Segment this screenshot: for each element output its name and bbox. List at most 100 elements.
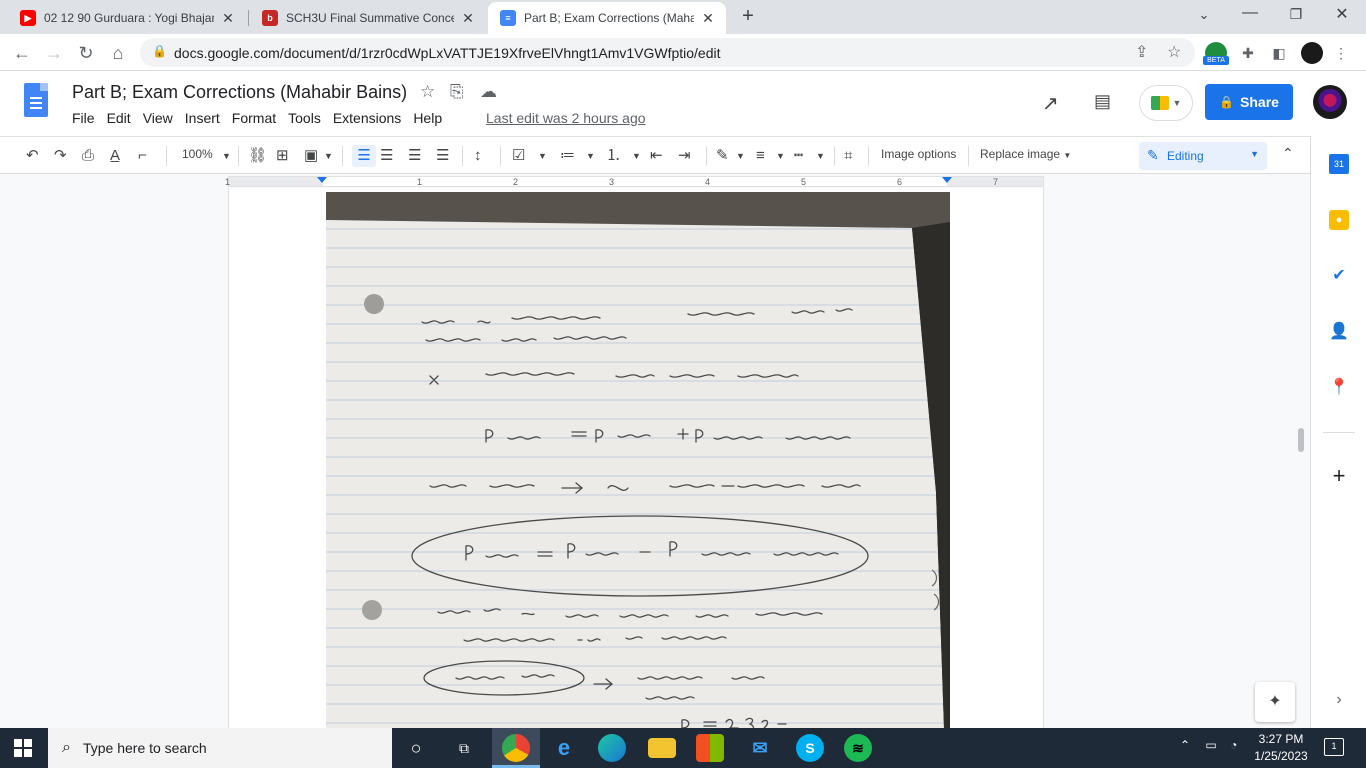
move-folder-icon[interactable]: ⎘ <box>450 82 464 102</box>
tab-docs[interactable]: ≡ Part B; Exam Corrections (Mahabir ✕ <box>488 2 726 34</box>
wifi-icon[interactable]: ◔ <box>1230 738 1237 752</box>
share-button[interactable]: 🔒 Share <box>1205 84 1293 120</box>
meet-now-icon[interactable]: ▭ <box>1205 738 1216 752</box>
border-dash-icon[interactable]: ┅ <box>794 145 803 167</box>
chevron-down-icon[interactable]: ▼ <box>324 145 333 167</box>
browser-menu-icon[interactable]: ⋮ <box>1330 42 1352 64</box>
document-title[interactable]: Part B; Exam Corrections (Mahabir Bains) <box>72 82 407 103</box>
back-icon[interactable]: ← <box>10 41 34 65</box>
checklist-icon[interactable]: ☑ <box>512 145 525 167</box>
star-icon[interactable]: ☆ <box>420 82 435 102</box>
ruler-bar[interactable]: 1 1 2 3 4 5 6 7 <box>225 176 1044 187</box>
align-left-icon[interactable]: ☰ <box>352 145 376 167</box>
line-spacing-icon[interactable]: ↕ <box>474 145 482 167</box>
border-color-icon[interactable]: ✎ <box>716 145 729 167</box>
chevron-down-icon[interactable]: ▼ <box>222 145 231 167</box>
keep-icon[interactable]: ● <box>1329 210 1349 230</box>
file-explorer-icon[interactable] <box>648 738 676 758</box>
collapse-chevron-up-icon[interactable]: ⌃ <box>1282 145 1294 162</box>
increase-indent-icon[interactable]: ⇥ <box>678 145 691 167</box>
chevron-up-icon[interactable]: ⌃ <box>1180 738 1190 752</box>
crop-image-icon[interactable]: ⌗ <box>844 145 852 167</box>
last-edit-link[interactable]: Last edit was 2 hours ago <box>486 110 646 126</box>
forward-icon[interactable]: → <box>42 41 66 65</box>
redo-icon[interactable]: ↷ <box>54 145 67 167</box>
align-right-icon[interactable]: ☰ <box>408 145 421 167</box>
left-indent-marker[interactable] <box>317 177 327 183</box>
chevron-down-icon[interactable]: ▼ <box>736 145 745 167</box>
bulleted-list-icon[interactable]: ≔ <box>560 145 575 167</box>
windows-start-icon[interactable] <box>14 739 32 757</box>
tab-youtube[interactable]: ▶ 02 12 90 Gurduara : Yogi Bhajan ✕ <box>8 2 246 34</box>
task-view-icon[interactable]: ⧉ <box>450 734 478 762</box>
add-comment-icon[interactable]: ⊞ <box>276 145 289 167</box>
editing-mode-select[interactable]: ✎ Editing ▼ <box>1139 142 1267 170</box>
border-weight-icon[interactable]: ≡ <box>756 145 765 167</box>
notebook-photo[interactable] <box>326 192 950 728</box>
cortana-icon[interactable]: ○ <box>402 734 430 762</box>
align-justify-icon[interactable]: ☰ <box>436 145 449 167</box>
contacts-icon[interactable]: 👤 <box>1329 322 1349 342</box>
zoom-select[interactable]: 100% <box>182 147 213 161</box>
side-panel-icon[interactable]: ◧ <box>1268 42 1290 64</box>
microsoft-store-icon[interactable] <box>696 734 724 762</box>
home-icon[interactable]: ⌂ <box>106 41 130 65</box>
undo-icon[interactable]: ↶ <box>26 145 39 167</box>
mail-icon[interactable]: ✉ <box>746 734 774 762</box>
url-text[interactable]: docs.google.com/document/d/1rzr0cdWpLxVA… <box>174 45 721 61</box>
add-addon-icon[interactable]: + <box>1329 465 1349 487</box>
maps-icon[interactable]: 📍 <box>1329 378 1349 398</box>
menu-help[interactable]: Help <box>413 110 442 126</box>
spellcheck-icon[interactable]: A̲ <box>110 145 120 167</box>
lock-icon[interactable]: 🔒 <box>152 44 167 58</box>
insert-link-icon[interactable]: ⛓ <box>248 145 267 167</box>
internet-explorer-icon[interactable]: e <box>550 734 578 762</box>
new-tab-button[interactable]: + <box>728 5 768 28</box>
close-tab-icon[interactable]: ✕ <box>220 10 236 27</box>
share-page-icon[interactable]: ⇪ <box>1135 42 1148 62</box>
activity-trend-icon[interactable]: ↗ <box>1042 91 1059 116</box>
bookmark-star-icon[interactable]: ☆ <box>1167 42 1181 62</box>
insert-image-icon[interactable]: ▣ <box>304 145 318 167</box>
skype-icon[interactable]: S <box>796 734 824 762</box>
notification-center-icon[interactable]: 1 <box>1324 738 1344 756</box>
chevron-down-icon[interactable]: ▼ <box>538 145 547 167</box>
close-tab-icon[interactable]: ✕ <box>700 10 716 27</box>
meet-button[interactable]: ▼ <box>1139 85 1193 121</box>
extensions-puzzle-icon[interactable]: ✚ <box>1237 42 1259 64</box>
decrease-indent-icon[interactable]: ⇤ <box>650 145 663 167</box>
print-icon[interactable]: ⎙ <box>82 145 94 167</box>
numbered-list-icon[interactable]: ⒈ <box>606 145 621 167</box>
calendar-icon[interactable]: 31 <box>1329 154 1349 174</box>
edge-icon[interactable] <box>598 734 626 762</box>
tab-search-icon[interactable]: ⌄ <box>1184 7 1224 23</box>
profile-avatar[interactable] <box>1301 42 1323 64</box>
taskbar-search-box[interactable]: ⌕ Type here to search <box>48 728 392 768</box>
close-tab-icon[interactable]: ✕ <box>460 10 476 27</box>
extension-beta-icon[interactable]: BETA <box>1203 42 1229 65</box>
chrome-taskbar-icon[interactable] <box>502 734 530 762</box>
image-options-button[interactable]: Image options <box>881 147 956 161</box>
menu-view[interactable]: View <box>143 110 173 126</box>
chevron-down-icon[interactable]: ▼ <box>586 145 595 167</box>
docs-logo-icon[interactable] <box>24 83 48 117</box>
align-center-icon[interactable]: ☰ <box>380 145 393 167</box>
menu-file[interactable]: File <box>72 110 95 126</box>
address-bar[interactable]: 🔒 docs.google.com/document/d/1rzr0cdWpLx… <box>140 38 1195 67</box>
account-avatar[interactable] <box>1313 85 1347 119</box>
vertical-scrollbar-thumb[interactable] <box>1298 428 1304 452</box>
expand-panel-chevron-icon[interactable]: › <box>1329 690 1349 710</box>
comment-history-icon[interactable]: ▤ <box>1094 91 1111 112</box>
menu-tools[interactable]: Tools <box>288 110 321 126</box>
taskbar-clock[interactable]: 3:27 PM 1/25/2023 <box>1250 731 1312 765</box>
menu-edit[interactable]: Edit <box>107 110 131 126</box>
cloud-status-icon[interactable]: ☁ <box>480 82 497 102</box>
tab-summative[interactable]: b SCH3U Final Summative Concept ✕ <box>250 2 486 34</box>
minimize-button[interactable]: — <box>1230 4 1270 22</box>
chevron-down-icon[interactable]: ▼ <box>632 145 641 167</box>
restore-button[interactable]: ❐ <box>1276 6 1316 23</box>
explore-sparkle-button[interactable]: ✦ <box>1255 682 1295 722</box>
menu-insert[interactable]: Insert <box>185 110 220 126</box>
reload-icon[interactable]: ↻ <box>74 41 98 65</box>
menu-extensions[interactable]: Extensions <box>333 110 401 126</box>
